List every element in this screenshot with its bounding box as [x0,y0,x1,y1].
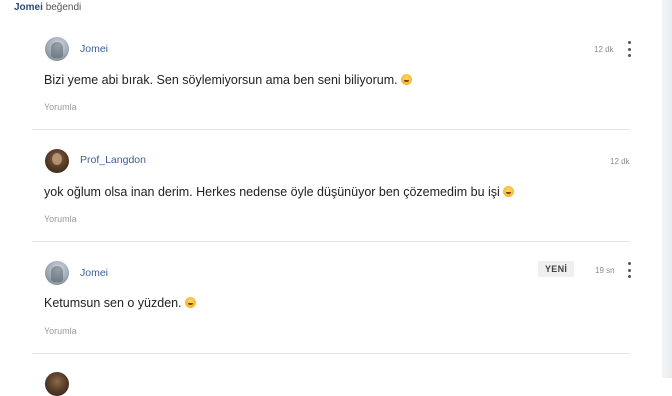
comment-divider [32,353,630,354]
comment-username[interactable]: Jomei [80,267,108,279]
more-options-icon[interactable] [626,262,632,278]
comment-username[interactable]: Jomei [80,43,108,55]
right-panel-edge [662,0,672,378]
comment-username[interactable]: Prof_Langdon [80,154,146,166]
new-badge: YENİ [538,261,575,277]
liked-user-link[interactable]: Jomei [14,2,43,13]
comment-item: Prof_Langdon 12 dk yok oğlum olsa inan d… [32,147,630,239]
grin-emoji-icon [400,74,412,85]
grin-emoji-icon [184,297,196,308]
comment-divider [32,129,630,130]
comment-item: Jomei YENİ 19 sn Ketumsun sen o yüzden. … [32,259,632,351]
reply-link[interactable]: Yorumla [44,214,77,224]
comment-time: 12 dk [594,45,614,54]
avatar[interactable] [45,37,69,61]
comment-text: Bizi yeme abi bırak. Sen söylemiyorsun a… [44,73,412,87]
liked-text: beğendi [45,2,82,13]
avatar[interactable] [45,261,69,285]
avatar[interactable] [45,149,69,173]
avatar[interactable] [45,372,69,396]
comment-text: yok oğlum olsa inan derim. Herkes nedens… [44,185,514,199]
grin-emoji-icon [502,186,514,197]
more-options-icon[interactable] [626,41,632,57]
comment-time: 12 dk [610,157,630,166]
reply-link[interactable]: Yorumla [44,326,77,336]
reply-link[interactable]: Yorumla [44,102,77,112]
comment-divider [32,241,630,242]
comment-time: 19 sn [595,266,615,275]
comment-item: Jomei 12 dk Bizi yeme abi bırak. Sen söy… [32,35,632,127]
comment-text: Ketumsun sen o yüzden. [44,296,196,310]
liked-notice: Jomei beğendi [14,2,81,13]
